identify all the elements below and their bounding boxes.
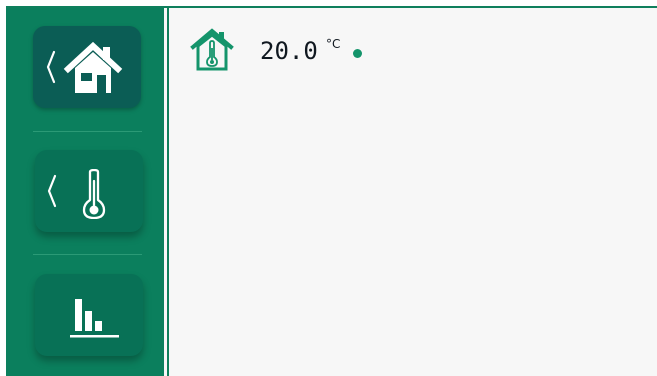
home-icon [63, 41, 123, 93]
nav-home-button[interactable] [33, 26, 141, 108]
thermostat-screen: 20.0 °C [6, 6, 657, 376]
nav-temperature-button[interactable] [35, 150, 143, 232]
sidebar-separator [33, 254, 142, 255]
nav-statistics-button[interactable] [35, 274, 143, 356]
temperature-value: 20.0 [260, 37, 318, 65]
home-temperature-icon [190, 28, 234, 71]
status-dot [353, 49, 362, 58]
sidebar-divider-line [167, 8, 169, 376]
bar-chart-icon [70, 299, 119, 338]
temperature-unit: °C [326, 37, 341, 51]
chevron-left-icon [47, 174, 57, 208]
sidebar-navigation [6, 8, 164, 376]
chevron-left-icon [46, 50, 56, 84]
sidebar-separator [33, 131, 142, 132]
current-temperature-panel: 20.0 °C [190, 26, 430, 74]
thermometer-icon [82, 169, 106, 219]
